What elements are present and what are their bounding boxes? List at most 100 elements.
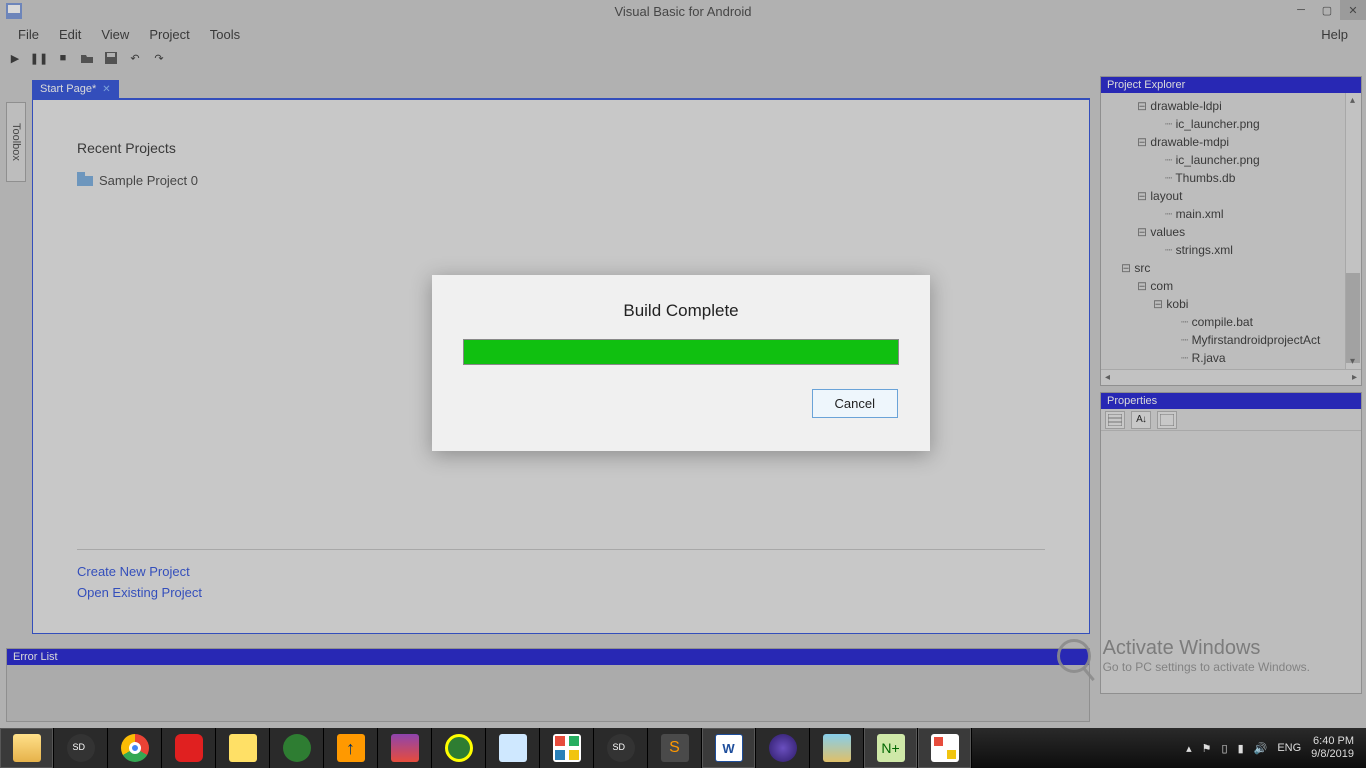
taskbar-word[interactable]: W: [702, 728, 756, 768]
app-icon: [6, 3, 22, 19]
scroll-left-icon[interactable]: ◂: [1105, 372, 1110, 383]
tray-expand-icon[interactable]: ▴: [1186, 742, 1192, 755]
system-tray[interactable]: ▴ ⚑ ▯ ▮ 🔊 ENG 6:40 PM 9/8/2019: [1178, 735, 1366, 761]
tray-flag-icon[interactable]: ⚑: [1202, 742, 1212, 755]
menu-file[interactable]: File: [8, 24, 49, 45]
tree-node[interactable]: drawable-ldpi: [1150, 99, 1221, 113]
recent-project-item[interactable]: Sample Project 0: [77, 172, 1045, 189]
close-button[interactable]: ✕: [1340, 0, 1366, 20]
taskbar-notepad[interactable]: [486, 728, 540, 768]
taskbar-winrar[interactable]: [378, 728, 432, 768]
divider: [77, 549, 1045, 550]
categorized-icon[interactable]: [1105, 411, 1125, 429]
watermark-line1: Activate Windows: [1103, 637, 1310, 660]
taskbar-image-viewer[interactable]: [810, 728, 864, 768]
project-icon: [77, 172, 93, 189]
watermark-line2: Go to PC settings to activate Windows.: [1103, 660, 1310, 674]
taskbar-torrent[interactable]: [270, 728, 324, 768]
tray-network-icon[interactable]: ▯: [1222, 742, 1228, 755]
project-explorer-header: Project Explorer: [1101, 77, 1361, 93]
tab-start-page[interactable]: Start Page* ✕: [32, 80, 119, 98]
tray-language[interactable]: ENG: [1277, 742, 1301, 754]
stop-icon[interactable]: ■: [56, 51, 70, 65]
alphabetical-icon[interactable]: A↓: [1131, 411, 1151, 429]
progress-bar: [463, 339, 899, 365]
build-dialog: Build Complete Cancel: [432, 275, 930, 451]
tree-node[interactable]: Thumbs.db: [1175, 171, 1235, 185]
tray-battery-icon[interactable]: ▮: [1238, 742, 1244, 755]
taskbar-sticky-notes[interactable]: [216, 728, 270, 768]
menu-edit[interactable]: Edit: [49, 24, 91, 45]
tree-node[interactable]: ic_launcher.png: [1176, 153, 1260, 167]
properties-toolbar: A↓: [1101, 409, 1361, 431]
property-pages-icon[interactable]: [1157, 411, 1177, 429]
taskbar-sublime[interactable]: S: [648, 728, 702, 768]
pause-icon[interactable]: ❚❚: [32, 51, 46, 65]
taskbar-sd-app[interactable]: SD: [54, 728, 108, 768]
project-explorer-panel: Project Explorer ⊟ drawable-ldpi ┈ ic_la…: [1100, 76, 1362, 386]
recent-projects-heading: Recent Projects: [77, 140, 1045, 156]
tray-date: 9/8/2019: [1311, 748, 1354, 761]
tree-node[interactable]: values: [1150, 225, 1185, 239]
magnifier-icon: [1057, 639, 1091, 673]
taskbar-file-explorer[interactable]: [0, 728, 54, 768]
error-list-panel: Error List: [6, 648, 1090, 722]
taskbar-vb-android[interactable]: [918, 728, 972, 768]
taskbar[interactable]: SD ↑ SD S W N+ ▴ ⚑ ▯ ▮ 🔊 ENG 6:40 PM 9/8…: [0, 728, 1366, 768]
create-new-project-link[interactable]: Create New Project: [77, 564, 1045, 579]
toolbar: ▶ ❚❚ ■ ↶ ↷: [0, 46, 1366, 70]
titlebar: Visual Basic for Android ─ ▢ ✕: [0, 0, 1366, 22]
scroll-up-icon[interactable]: ▴: [1350, 95, 1355, 106]
save-icon[interactable]: [104, 51, 118, 65]
tree-node[interactable]: compile.bat: [1192, 315, 1253, 329]
undo-icon[interactable]: ↶: [128, 51, 142, 65]
open-icon[interactable]: [80, 51, 94, 65]
dialog-title: Build Complete: [623, 301, 738, 321]
scrollbar-horizontal[interactable]: ◂ ▸: [1101, 369, 1361, 385]
taskbar-opera[interactable]: [162, 728, 216, 768]
menubar: File Edit View Project Tools Help: [0, 22, 1366, 46]
taskbar-upload-app[interactable]: ↑: [324, 728, 378, 768]
maximize-button[interactable]: ▢: [1314, 0, 1340, 20]
scroll-down-icon[interactable]: ▾: [1350, 356, 1355, 367]
taskbar-tiles-app[interactable]: [540, 728, 594, 768]
tree-node[interactable]: drawable-mdpi: [1150, 135, 1229, 149]
tree-node[interactable]: MyfirstandroidprojectAct: [1192, 333, 1321, 347]
error-list-header: Error List: [7, 649, 1089, 665]
minimize-button[interactable]: ─: [1288, 0, 1314, 20]
tree-node[interactable]: ic_launcher.png: [1176, 117, 1260, 131]
app-window: Visual Basic for Android ─ ▢ ✕ File Edit…: [0, 0, 1366, 728]
window-title: Visual Basic for Android: [614, 4, 751, 19]
open-existing-project-link[interactable]: Open Existing Project: [77, 585, 1045, 600]
cancel-button[interactable]: Cancel: [812, 389, 898, 418]
tree-node[interactable]: R.java: [1192, 351, 1226, 365]
menu-project[interactable]: Project: [139, 24, 199, 45]
taskbar-chrome[interactable]: [108, 728, 162, 768]
menu-help[interactable]: Help: [1311, 24, 1358, 45]
taskbar-idm[interactable]: [432, 728, 486, 768]
scroll-thumb[interactable]: [1346, 273, 1360, 363]
tab-close-icon[interactable]: ✕: [102, 84, 110, 95]
menu-tools[interactable]: Tools: [200, 24, 250, 45]
redo-icon[interactable]: ↷: [152, 51, 166, 65]
menu-view[interactable]: View: [91, 24, 139, 45]
tree-node[interactable]: main.xml: [1176, 207, 1224, 221]
tray-clock[interactable]: 6:40 PM 9/8/2019: [1311, 735, 1358, 761]
tree-node[interactable]: kobi: [1166, 297, 1188, 311]
tree-node[interactable]: com: [1150, 279, 1173, 293]
recent-project-label: Sample Project 0: [99, 173, 198, 188]
taskbar-sd-app-2[interactable]: SD: [594, 728, 648, 768]
run-icon[interactable]: ▶: [8, 51, 22, 65]
taskbar-eclipse[interactable]: [756, 728, 810, 768]
tree-node[interactable]: strings.xml: [1176, 243, 1233, 257]
tree-node[interactable]: src: [1134, 261, 1150, 275]
tree-node[interactable]: layout: [1150, 189, 1182, 203]
activate-windows-watermark: Activate Windows Go to PC settings to ac…: [1057, 637, 1310, 674]
properties-header: Properties: [1101, 393, 1361, 409]
scrollbar-vertical[interactable]: ▴ ▾: [1345, 93, 1361, 369]
scroll-right-icon[interactable]: ▸: [1352, 372, 1357, 383]
tray-volume-icon[interactable]: 🔊: [1254, 742, 1268, 755]
taskbar-notepadpp[interactable]: N+: [864, 728, 918, 768]
toolbox-tab[interactable]: Toolbox: [6, 102, 26, 182]
project-explorer-tree[interactable]: ⊟ drawable-ldpi ┈ ic_launcher.png ⊟ draw…: [1101, 93, 1361, 385]
